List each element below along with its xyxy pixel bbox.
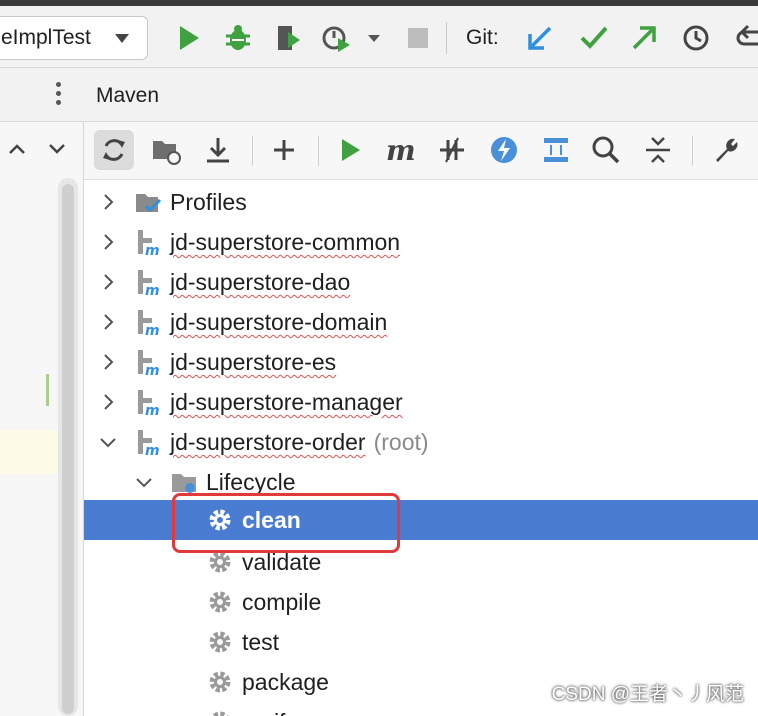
history-icon[interactable] bbox=[680, 22, 712, 54]
reload-icon[interactable] bbox=[98, 134, 130, 166]
toolbar-separator bbox=[252, 136, 253, 166]
tree-row-module[interactable]: m jd-superstore-common bbox=[84, 222, 758, 262]
svg-text:m: m bbox=[145, 443, 160, 456]
run-configuration-label: eImplTest bbox=[1, 26, 91, 49]
chevron-right-icon[interactable] bbox=[98, 232, 118, 252]
root-tag: (root) bbox=[373, 429, 429, 455]
tree-row-goal[interactable]: compile bbox=[84, 582, 758, 622]
tree-label: Profiles bbox=[170, 189, 247, 215]
toolbar-separator bbox=[446, 22, 447, 54]
vcs-change-marker[interactable] bbox=[46, 374, 49, 406]
tree-row-module[interactable]: m jd-superstore-es bbox=[84, 342, 758, 382]
chevron-down-icon[interactable] bbox=[115, 34, 129, 43]
search-icon[interactable] bbox=[590, 134, 622, 166]
maven-toolbar: m bbox=[84, 122, 758, 180]
maven-projects-tree: Profiles m jd-superstore-common m jd-sup… bbox=[84, 180, 758, 716]
scrollbar-thumb[interactable] bbox=[62, 184, 74, 714]
maven-title: Maven bbox=[96, 84, 160, 107]
editor-side-panel bbox=[0, 68, 84, 716]
chevron-right-icon[interactable] bbox=[98, 392, 118, 412]
tree-row-module[interactable]: m jd-superstore-manager bbox=[84, 382, 758, 422]
download-sources-icon[interactable] bbox=[202, 134, 234, 166]
rollback-icon[interactable] bbox=[734, 22, 758, 54]
chevron-up-icon[interactable] bbox=[8, 142, 26, 156]
side-panel-header bbox=[0, 68, 84, 122]
maven-module-icon: m bbox=[138, 390, 160, 416]
git-commit-icon[interactable] bbox=[578, 22, 610, 54]
toolbar-separator bbox=[318, 136, 319, 166]
svg-text:m: m bbox=[145, 403, 160, 416]
root-module-name: jd-superstore-order bbox=[170, 429, 366, 455]
svg-text:m: m bbox=[145, 323, 160, 336]
skip-tests-icon[interactable] bbox=[488, 134, 520, 166]
tree-label: jd-superstore-domain bbox=[170, 309, 388, 335]
generate-sources-icon[interactable] bbox=[150, 134, 182, 166]
gear-icon bbox=[209, 671, 231, 693]
tree-label: test bbox=[242, 629, 280, 655]
chevron-right-icon[interactable] bbox=[98, 192, 118, 212]
collapse-all-icon[interactable] bbox=[642, 134, 674, 166]
current-line-highlight bbox=[0, 430, 58, 474]
chevron-down-icon[interactable] bbox=[366, 30, 382, 46]
run-maven-build-icon[interactable] bbox=[334, 134, 366, 166]
debug-icon[interactable] bbox=[222, 22, 254, 54]
tree-label: verify bbox=[242, 708, 297, 716]
highlight-annotation-box bbox=[172, 493, 400, 553]
chevron-right-icon[interactable] bbox=[98, 352, 118, 372]
settings-wrench-icon[interactable] bbox=[710, 134, 742, 166]
toggle-offline-mode-icon[interactable] bbox=[436, 134, 468, 166]
chevron-right-icon[interactable] bbox=[98, 272, 118, 292]
execute-maven-goal-icon[interactable]: m bbox=[384, 134, 416, 166]
more-options-icon[interactable] bbox=[56, 82, 62, 108]
tree-row-profiles[interactable]: Profiles bbox=[84, 182, 758, 222]
gear-icon bbox=[211, 711, 229, 716]
chevron-right-icon[interactable] bbox=[98, 312, 118, 332]
folder-icon bbox=[172, 474, 196, 493]
tree-label: jd-superstore-common bbox=[170, 229, 401, 255]
maven-module-icon: m bbox=[138, 270, 160, 296]
tree-label: jd-superstore-es bbox=[170, 349, 337, 375]
svg-text:m: m bbox=[145, 283, 160, 296]
git-push-icon[interactable] bbox=[628, 22, 660, 54]
svg-text:m: m bbox=[145, 243, 160, 256]
tree-label: jd-superstore-manager bbox=[170, 389, 403, 415]
profiles-icon bbox=[136, 194, 162, 213]
tree-row-root-module[interactable]: m jd-superstore-order (root) bbox=[84, 422, 758, 462]
add-maven-project-icon[interactable] bbox=[268, 134, 300, 166]
maven-tool-window-header: Maven bbox=[84, 68, 758, 122]
tree-label: Lifecycle bbox=[206, 469, 296, 495]
tree-row-goal[interactable]: test bbox=[84, 622, 758, 662]
stop-icon[interactable] bbox=[402, 22, 434, 54]
toolbar-separator bbox=[692, 136, 693, 166]
maven-module-icon: m bbox=[138, 430, 160, 456]
maven-module-icon: m bbox=[138, 230, 160, 256]
chevron-down-icon[interactable] bbox=[48, 142, 66, 156]
watermark: CSDN @王者丶丿风范 bbox=[551, 684, 744, 705]
tree-label: package bbox=[242, 669, 329, 695]
maven-module-icon: m bbox=[138, 350, 160, 376]
git-label: Git: bbox=[466, 26, 499, 49]
tree-label: compile bbox=[242, 589, 322, 615]
chevron-down-icon[interactable] bbox=[98, 432, 118, 452]
maven-module-icon: m bbox=[138, 310, 160, 336]
gear-icon bbox=[209, 631, 231, 653]
navigation-arrows bbox=[0, 122, 84, 178]
svg-text:m: m bbox=[145, 363, 160, 376]
run-configuration-selector[interactable]: eImplTest bbox=[0, 16, 148, 60]
gear-icon bbox=[209, 591, 231, 613]
tree-label: jd-superstore-order (root) bbox=[170, 428, 429, 456]
show-dependencies-icon[interactable] bbox=[540, 134, 572, 166]
svg-text:m: m bbox=[386, 134, 416, 166]
run-icon[interactable] bbox=[172, 22, 204, 54]
chevron-down-icon[interactable] bbox=[134, 472, 154, 492]
tree-row-module[interactable]: m jd-superstore-dao bbox=[84, 262, 758, 302]
window-top-strip bbox=[0, 0, 758, 6]
run-with-coverage-icon[interactable] bbox=[272, 22, 304, 54]
profiler-icon[interactable] bbox=[320, 22, 352, 54]
git-update-icon[interactable] bbox=[524, 22, 556, 54]
tree-row-module[interactable]: m jd-superstore-domain bbox=[84, 302, 758, 342]
main-toolbar: eImplTest Git: bbox=[0, 0, 758, 68]
tree-label: jd-superstore-dao bbox=[170, 269, 351, 295]
vertical-scrollbar[interactable] bbox=[58, 178, 78, 716]
